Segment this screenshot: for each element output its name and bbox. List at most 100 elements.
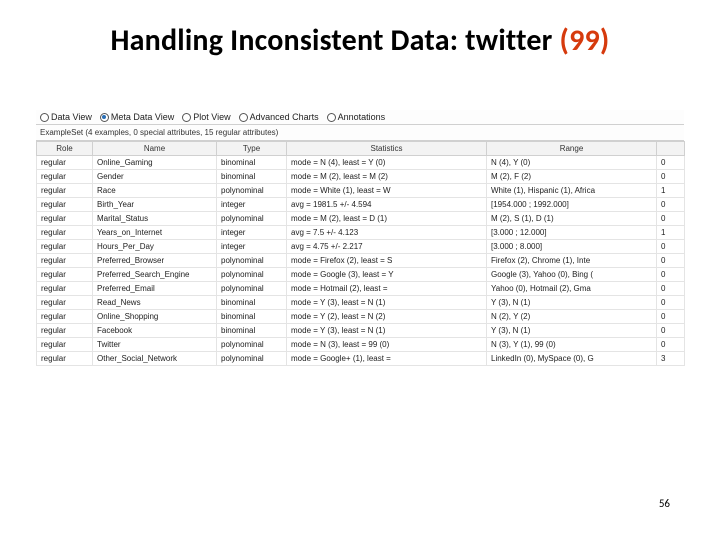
cell-type: polynominal [217,184,287,198]
table-header-row: Role Name Type Statistics Range [37,142,685,156]
table-row[interactable]: regularRead_Newsbinominalmode = Y (3), l… [37,296,685,310]
radio-icon [327,113,336,122]
cell-name: Race [93,184,217,198]
cell-range: LinkedIn (0), MySpace (0), G [487,352,657,366]
col-miss[interactable] [657,142,685,156]
radio-icon [182,113,191,122]
table-row[interactable]: regularHours_Per_Dayintegeravg = 4.75 +/… [37,240,685,254]
table-row[interactable]: regularRacepolynominalmode = White (1), … [37,184,685,198]
table-row[interactable]: regularFacebookbinominalmode = Y (3), le… [37,324,685,338]
cell-miss: 3 [657,352,685,366]
table-row[interactable]: regularOnline_Shoppingbinominalmode = Y … [37,310,685,324]
tab-advanced-charts[interactable]: Advanced Charts [239,112,319,122]
metadata-panel: Data View Meta Data View Plot View Advan… [36,110,684,366]
cell-role: regular [37,310,93,324]
tab-plot-view[interactable]: Plot View [182,112,230,122]
cell-stats: mode = Y (2), least = N (2) [287,310,487,324]
cell-role: regular [37,296,93,310]
col-type[interactable]: Type [217,142,287,156]
table-row[interactable]: regularPreferred_Browserpolynominalmode … [37,254,685,268]
table-row[interactable]: regularPreferred_Search_Enginepolynomina… [37,268,685,282]
tab-label: Advanced Charts [250,112,319,122]
table-row[interactable]: regularBirth_Yearintegeravg = 1981.5 +/-… [37,198,685,212]
tab-label: Plot View [193,112,230,122]
tab-meta-data-view[interactable]: Meta Data View [100,112,174,122]
cell-type: polynominal [217,268,287,282]
cell-type: integer [217,198,287,212]
col-name[interactable]: Name [93,142,217,156]
table-row[interactable]: regularPreferred_Emailpolynominalmode = … [37,282,685,296]
cell-range: Y (3), N (1) [487,296,657,310]
slide-title: Handling Inconsistent Data: twitter (99) [0,22,720,59]
cell-range: N (3), Y (1), 99 (0) [487,338,657,352]
table-row[interactable]: regularGenderbinominalmode = M (2), leas… [37,170,685,184]
cell-stats: mode = M (2), least = D (1) [287,212,487,226]
cell-role: regular [37,170,93,184]
cell-range: M (2), F (2) [487,170,657,184]
cell-range: M (2), S (1), D (1) [487,212,657,226]
cell-name: Years_on_Internet [93,226,217,240]
cell-type: binominal [217,324,287,338]
slide: Handling Inconsistent Data: twitter (99)… [0,0,720,540]
cell-role: regular [37,268,93,282]
cell-miss: 1 [657,226,685,240]
cell-range: White (1), Hispanic (1), Africa [487,184,657,198]
cell-role: regular [37,240,93,254]
title-accent: (99) [560,22,610,59]
cell-name: Online_Gaming [93,156,217,170]
cell-range: [1954.000 ; 1992.000] [487,198,657,212]
cell-name: Read_News [93,296,217,310]
col-role[interactable]: Role [37,142,93,156]
cell-stats: mode = Google (3), least = Y [287,268,487,282]
radio-icon [239,113,248,122]
table-row[interactable]: regularYears_on_Internetintegeravg = 7.5… [37,226,685,240]
attributes-table: Role Name Type Statistics Range regularO… [36,141,685,366]
cell-role: regular [37,352,93,366]
table-row[interactable]: regularOnline_Gamingbinominalmode = N (4… [37,156,685,170]
cell-miss: 0 [657,310,685,324]
table-row[interactable]: regularTwitterpolynominalmode = N (3), l… [37,338,685,352]
tab-label: Meta Data View [111,112,174,122]
cell-name: Other_Social_Network [93,352,217,366]
cell-miss: 0 [657,240,685,254]
cell-role: regular [37,156,93,170]
cell-range: Firefox (2), Chrome (1), Inte [487,254,657,268]
cell-stats: mode = Hotmail (2), least = [287,282,487,296]
cell-type: polynominal [217,338,287,352]
table-row[interactable]: regularOther_Social_Networkpolynominalmo… [37,352,685,366]
cell-type: binominal [217,296,287,310]
cell-type: polynominal [217,212,287,226]
col-range[interactable]: Range [487,142,657,156]
cell-name: Birth_Year [93,198,217,212]
cell-role: regular [37,338,93,352]
col-stats[interactable]: Statistics [287,142,487,156]
cell-stats: mode = Y (3), least = N (1) [287,324,487,338]
cell-stats: mode = Firefox (2), least = S [287,254,487,268]
cell-name: Preferred_Email [93,282,217,296]
cell-miss: 0 [657,198,685,212]
cell-role: regular [37,254,93,268]
cell-role: regular [37,324,93,338]
cell-miss: 1 [657,184,685,198]
cell-type: integer [217,226,287,240]
cell-miss: 0 [657,282,685,296]
cell-stats: mode = Y (3), least = N (1) [287,296,487,310]
cell-role: regular [37,212,93,226]
tab-annotations[interactable]: Annotations [327,112,386,122]
cell-range: [3.000 ; 8.000] [487,240,657,254]
cell-miss: 0 [657,254,685,268]
radio-icon [100,113,109,122]
cell-miss: 0 [657,324,685,338]
cell-miss: 0 [657,268,685,282]
cell-name: Gender [93,170,217,184]
cell-role: regular [37,226,93,240]
tab-label: Data View [51,112,92,122]
cell-type: polynominal [217,282,287,296]
cell-stats: avg = 1981.5 +/- 4.594 [287,198,487,212]
cell-name: Online_Shopping [93,310,217,324]
title-main: Handling Inconsistent Data: twitter [111,22,560,59]
cell-range: Google (3), Yahoo (0), Bing ( [487,268,657,282]
tab-data-view[interactable]: Data View [40,112,92,122]
cell-type: polynominal [217,352,287,366]
table-row[interactable]: regularMarital_Statuspolynominalmode = M… [37,212,685,226]
